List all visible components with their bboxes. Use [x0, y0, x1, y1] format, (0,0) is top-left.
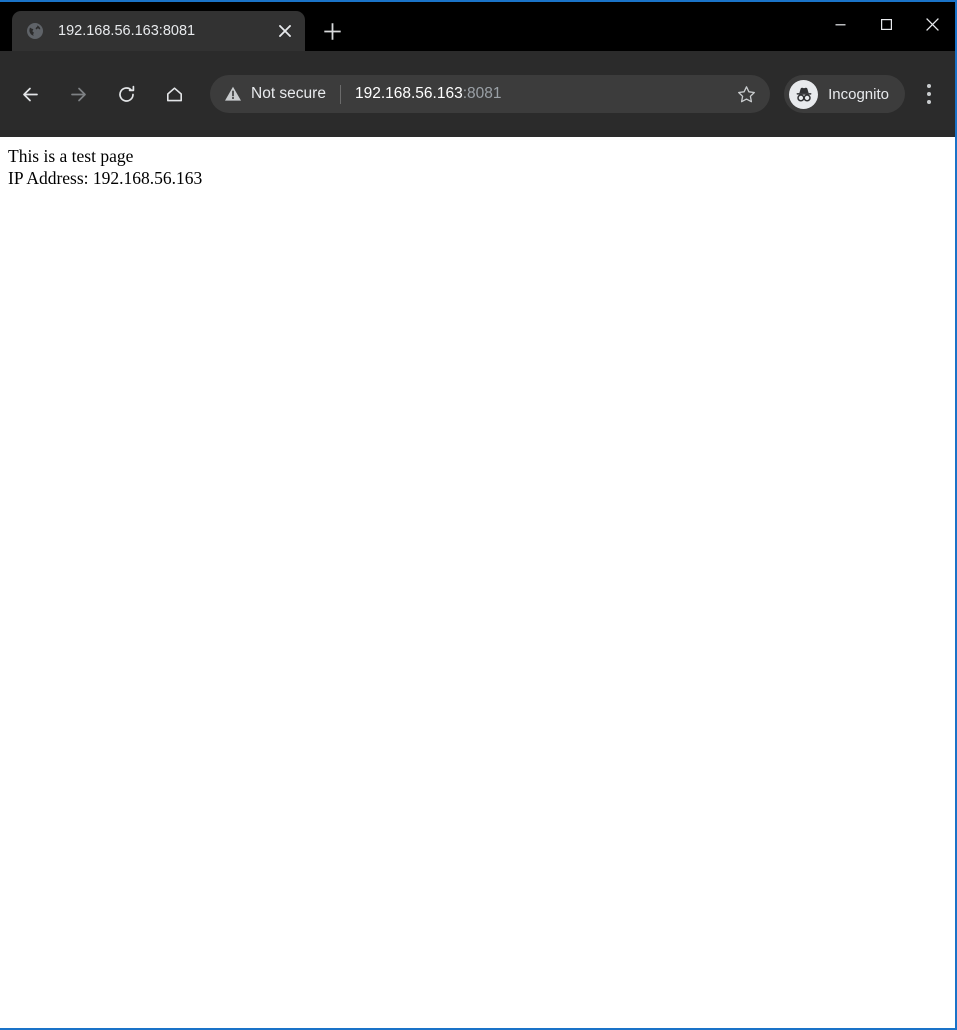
menu-dot [927, 92, 931, 96]
page-content: This is a test page IP Address: 192.168.… [0, 137, 955, 1028]
back-button[interactable] [10, 74, 50, 114]
address-bar[interactable]: Not secure 192.168.56.163:8081 [210, 75, 771, 113]
security-status-label: Not secure [251, 85, 326, 102]
minimize-button[interactable] [817, 9, 863, 41]
menu-dot [927, 100, 931, 104]
url-port: :8081 [462, 85, 502, 102]
new-tab-button[interactable] [315, 14, 349, 48]
reload-button[interactable] [106, 74, 146, 114]
close-window-button[interactable] [909, 9, 955, 41]
warning-triangle-icon [224, 85, 242, 103]
url-text[interactable]: 192.168.56.163:8081 [355, 85, 730, 103]
tab-strip: 192.168.56.163:8081 [0, 2, 955, 51]
browser-toolbar: Not secure 192.168.56.163:8081 Incognito [0, 51, 955, 137]
globe-icon [26, 22, 44, 40]
three-dot-menu-icon[interactable] [911, 74, 947, 114]
home-button[interactable] [154, 74, 194, 114]
page-text-line: This is a test page [8, 146, 134, 166]
window-controls [817, 2, 955, 47]
incognito-indicator[interactable]: Incognito [784, 75, 905, 113]
browser-window: 192.168.56.163:8081 Not secure 192.168.5… [0, 0, 957, 1030]
tab-title: 192.168.56.163:8081 [58, 23, 196, 39]
page-text-line: IP Address: 192.168.56.163 [8, 168, 203, 188]
url-host: 192.168.56.163 [354, 85, 463, 102]
omnibox-separator [339, 84, 341, 104]
incognito-icon [789, 79, 819, 109]
menu-dot [927, 84, 931, 88]
forward-button [58, 74, 98, 114]
browser-tab[interactable]: 192.168.56.163:8081 [12, 11, 305, 51]
incognito-label: Incognito [828, 85, 889, 103]
star-icon[interactable] [730, 78, 762, 110]
maximize-button[interactable] [863, 9, 909, 41]
security-status-chip[interactable]: Not secure [224, 85, 326, 103]
close-tab-icon[interactable] [271, 17, 299, 45]
